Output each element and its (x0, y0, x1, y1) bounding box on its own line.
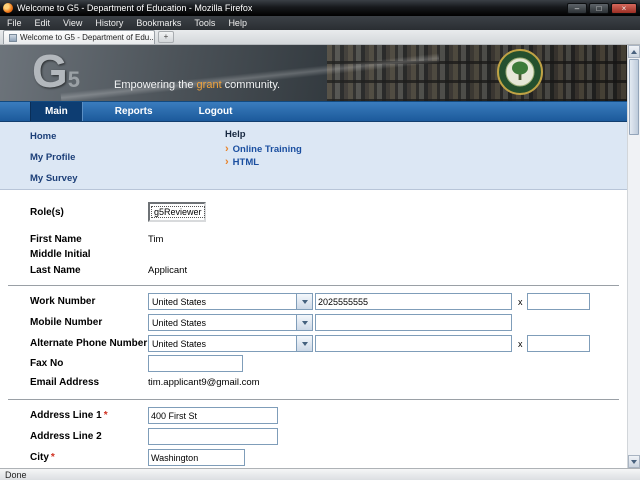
title-bar: Welcome to G5 - Department of Education … (0, 0, 640, 16)
alt-ext-input[interactable] (527, 335, 590, 352)
mobile-country-select[interactable]: United States (148, 314, 313, 331)
last-name-value: Applicant (148, 265, 187, 276)
arrow-icon: › (225, 158, 229, 167)
required-marker: * (51, 452, 55, 463)
email-value: tim.applicant9@gmail.com (148, 377, 260, 388)
address2-input[interactable] (148, 428, 278, 445)
city-label: City* (30, 452, 148, 463)
work-number-row: Work Number United States x (0, 291, 627, 312)
work-number-input[interactable] (315, 293, 512, 310)
link-my-survey[interactable]: My Survey (30, 173, 78, 184)
mobile-number-label: Mobile Number (30, 317, 148, 328)
address2-label: Address Line 2 (30, 431, 148, 442)
alt-ext-label: x (518, 339, 523, 349)
arrow-icon: › (225, 145, 229, 154)
close-button[interactable]: × (611, 3, 637, 14)
roles-row: Role(s) g5Reviewer (0, 200, 627, 224)
divider (8, 399, 619, 400)
new-tab-button[interactable]: + (158, 31, 174, 43)
last-name-label: Last Name (30, 265, 148, 276)
department-of-education-seal-icon (497, 49, 543, 95)
page-content: G 5 Empowering the grant community. Main… (0, 45, 627, 468)
quicklinks-panel: Home My Profile My Survey Help › Online … (0, 122, 627, 190)
firefox-icon (3, 3, 13, 13)
link-home[interactable]: Home (30, 131, 78, 142)
middle-initial-label: Middle Initial (30, 249, 148, 260)
g5-logo: G 5 (32, 45, 80, 97)
menu-help[interactable]: Help (228, 18, 247, 28)
minimize-button[interactable]: – (567, 3, 587, 14)
address2-row: Address Line 2 (0, 426, 627, 447)
main-nav: Main Reports Logout (0, 101, 627, 122)
work-number-label: Work Number (30, 296, 148, 307)
fax-row: Fax No (0, 354, 627, 373)
scroll-down-icon[interactable] (628, 455, 640, 468)
address1-row: Address Line 1* (0, 405, 627, 426)
chevron-down-icon (296, 294, 312, 309)
tab-main[interactable]: Main (30, 102, 83, 121)
tab-bar: Welcome to G5 - Department of Edu... + (0, 30, 640, 45)
alt-phone-input[interactable] (315, 335, 512, 352)
profile-form: Role(s) g5Reviewer First Name Tim Middle… (0, 190, 627, 468)
tab-reports[interactable]: Reports (101, 102, 167, 121)
first-name-value: Tim (148, 234, 163, 245)
mobile-number-row: Mobile Number United States (0, 312, 627, 333)
chevron-down-icon (296, 315, 312, 330)
status-bar: Done (0, 468, 640, 480)
browser-window: Welcome to G5 - Department of Education … (0, 0, 640, 480)
last-name-row: Last Name Applicant (0, 262, 627, 278)
roles-selected-item[interactable]: g5Reviewer (151, 206, 205, 218)
link-html[interactable]: HTML (233, 157, 259, 168)
vertical-scrollbar[interactable] (627, 45, 640, 468)
work-ext-label: x (518, 297, 523, 307)
alt-phone-country-select[interactable]: United States (148, 335, 313, 352)
first-name-label: First Name (30, 234, 148, 245)
link-online-training[interactable]: Online Training (233, 144, 302, 155)
mobile-number-input[interactable] (315, 314, 512, 331)
menu-file[interactable]: File (7, 18, 22, 28)
fax-label: Fax No (30, 358, 148, 369)
link-my-profile[interactable]: My Profile (30, 152, 78, 163)
window-title: Welcome to G5 - Department of Education … (17, 3, 252, 13)
g5-banner: G 5 Empowering the grant community. (0, 45, 627, 101)
menu-bookmarks[interactable]: Bookmarks (136, 18, 181, 28)
help-heading: Help (225, 129, 302, 140)
fax-input[interactable] (148, 355, 243, 372)
city-row: City* (0, 447, 627, 468)
email-row: Email Address tim.applicant9@gmail.com (0, 373, 627, 392)
address1-input[interactable] (148, 407, 278, 424)
city-input[interactable] (148, 449, 245, 466)
page-viewport: G 5 Empowering the grant community. Main… (0, 45, 640, 468)
scrollbar-track[interactable] (628, 136, 640, 455)
menu-history[interactable]: History (95, 18, 123, 28)
roles-listbox[interactable]: g5Reviewer (148, 202, 206, 222)
middle-initial-row: Middle Initial (0, 247, 627, 262)
required-marker: * (104, 410, 108, 421)
chevron-down-icon (296, 336, 312, 351)
alt-phone-label: Alternate Phone Number (30, 338, 148, 349)
maximize-button[interactable]: □ (589, 3, 609, 14)
bookshelf-texture (327, 45, 627, 101)
browser-tab[interactable]: Welcome to G5 - Department of Edu... (3, 30, 155, 44)
tab-logout[interactable]: Logout (185, 102, 247, 121)
menu-tools[interactable]: Tools (194, 18, 215, 28)
tab-favicon-icon (9, 34, 17, 42)
tab-title: Welcome to G5 - Department of Edu... (20, 33, 155, 42)
banner-tagline: Empowering the grant community. (114, 79, 280, 91)
first-name-row: First Name Tim (0, 232, 627, 247)
menu-view[interactable]: View (63, 18, 82, 28)
email-label: Email Address (30, 377, 148, 388)
address1-label: Address Line 1* (30, 410, 148, 421)
work-ext-input[interactable] (527, 293, 590, 310)
divider (8, 285, 619, 286)
work-country-select[interactable]: United States (148, 293, 313, 310)
status-text: Done (5, 470, 27, 480)
alt-phone-row: Alternate Phone Number United States x (0, 333, 627, 354)
scrollbar-thumb[interactable] (629, 59, 639, 135)
menu-edit[interactable]: Edit (35, 18, 51, 28)
roles-label: Role(s) (30, 207, 148, 218)
menu-bar: File Edit View History Bookmarks Tools H… (0, 16, 640, 30)
scroll-up-icon[interactable] (628, 45, 640, 58)
